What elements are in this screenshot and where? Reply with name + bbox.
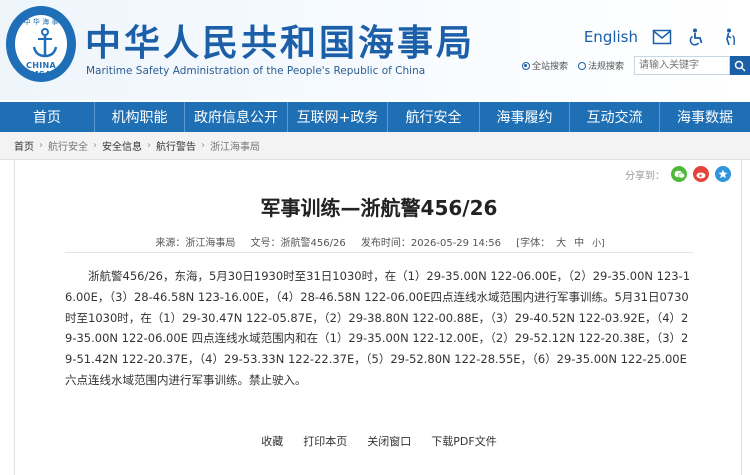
article-meta: 来源：浙江海事局 文号：浙航警456/26 发布时间：2026-05-29 14…: [15, 234, 743, 249]
nav-item-interaction[interactable]: 互动交流: [570, 102, 660, 132]
article-publish-time: 发布时间：2026-05-29 14:56: [360, 238, 502, 249]
article-title: 军事训练—浙航警456/26: [260, 196, 498, 220]
search-button[interactable]: [730, 56, 750, 75]
china-msa-logo[interactable]: 中 华 海 事 CHINA MSA: [6, 6, 76, 82]
font-size-large[interactable]: 大: [556, 238, 566, 249]
article-source: 来源：浙江海事局: [155, 238, 236, 249]
breadcrumb-home[interactable]: 首页: [14, 138, 34, 153]
close-window-button[interactable]: 关闭窗口: [367, 433, 411, 449]
site-subtitle: Maritime Safety Administration of the Pe…: [86, 65, 426, 77]
article-actions: 收藏 打印本页 关闭窗口 下载PDF文件: [15, 433, 743, 449]
breadcrumb-separator: ›: [147, 140, 151, 151]
anchor-icon: [32, 28, 58, 58]
divider: [65, 252, 693, 253]
breadcrumb-separator: ›: [39, 140, 43, 151]
english-link[interactable]: English: [584, 28, 638, 46]
radio-checked-icon: [521, 61, 530, 70]
accessibility-icon[interactable]: [686, 28, 706, 46]
search-bar: 全站搜索 法规搜索: [521, 56, 750, 75]
qzone-icon[interactable]: [715, 166, 731, 182]
font-size-small[interactable]: 小]: [592, 239, 605, 249]
site-title: 中华人民共和国海事局: [85, 23, 476, 64]
article-panel: 分享到： 军事训练—浙航警456/26 来源：浙江海事局 文号：浙航警456/2…: [14, 160, 742, 475]
logo-top-text: 中 华 海 事: [23, 18, 59, 26]
nav-item-nav-safety[interactable]: 航行安全: [388, 102, 480, 132]
breadcrumb-nav-safety[interactable]: 航行安全: [48, 138, 88, 153]
nav-item-compliance[interactable]: 海事履约: [480, 102, 570, 132]
nav-item-data[interactable]: 海事数据: [660, 102, 750, 132]
mail-icon[interactable]: [652, 28, 672, 46]
favorite-button[interactable]: 收藏: [261, 433, 283, 449]
weibo-icon[interactable]: [693, 166, 709, 182]
print-button[interactable]: 打印本页: [303, 433, 347, 449]
article-doc-number: 文号：浙航警456/26: [250, 238, 346, 249]
nav-item-gov-info[interactable]: 政府信息公开: [185, 102, 288, 132]
breadcrumb-zhejiang-msa[interactable]: 浙江海事局: [210, 138, 260, 153]
breadcrumb-nav-warning[interactable]: 航行警告: [156, 138, 196, 153]
law-search-option[interactable]: 法规搜索: [577, 59, 624, 72]
nav-item-home[interactable]: 首页: [0, 102, 95, 132]
radio-unchecked-icon: [577, 61, 586, 70]
breadcrumb-safety-info[interactable]: 安全信息: [102, 138, 142, 153]
share-label: 分享到：: [625, 170, 665, 182]
nav-item-internet-gov[interactable]: 互联网+政务: [288, 102, 388, 132]
breadcrumb: 首页 › 航行安全 › 安全信息 › 航行警告 › 浙江海事局: [0, 132, 750, 160]
font-size-medium[interactable]: 中: [574, 238, 584, 249]
download-pdf-button[interactable]: 下载PDF文件: [431, 433, 496, 449]
main-nav: 首页 机构职能 政府信息公开 互联网+政务 航行安全 海事履约 互动交流 海事数…: [0, 102, 750, 132]
nav-item-functions[interactable]: 机构职能: [95, 102, 185, 132]
site-search-option[interactable]: 全站搜索: [521, 59, 568, 72]
breadcrumb-separator: ›: [201, 140, 205, 151]
site-header: 中 华 海 事 CHINA MSA 中华人民共和国海事局 Maritime Sa…: [0, 0, 750, 100]
breadcrumb-separator: ›: [93, 140, 97, 151]
utility-links: English: [584, 28, 740, 46]
search-icon: [734, 60, 746, 72]
share-bar: 分享到：: [625, 166, 731, 182]
elder-care-icon[interactable]: [720, 28, 740, 46]
font-size-label: [字体：: [516, 238, 551, 249]
search-input[interactable]: [634, 56, 730, 75]
logo-text: CHINA MSA: [26, 61, 56, 79]
article-body: 浙航警456/26，东海，5月30日1930时至31日1030时，在（1）29-…: [65, 269, 691, 387]
wechat-icon[interactable]: [671, 166, 687, 182]
